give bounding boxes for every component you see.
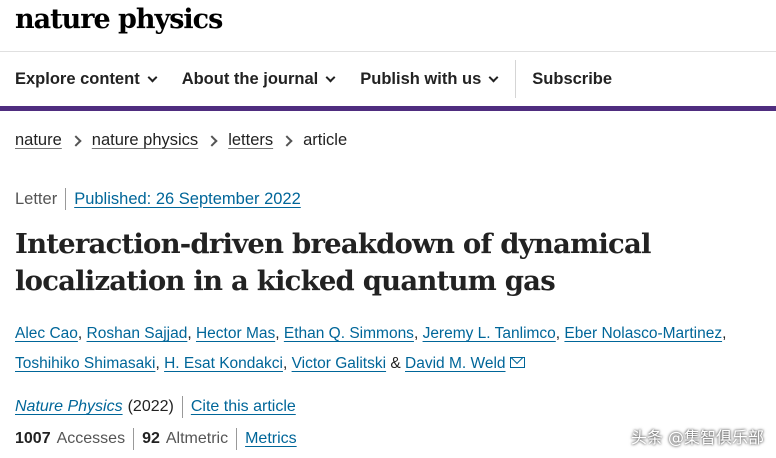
nav-label: About the journal [181,69,319,88]
nav-explore-content[interactable]: Explore content [0,52,182,106]
chevron-right-icon [281,134,293,147]
author-link[interactable]: Ethan Q. Simmons [284,325,414,342]
author-separator: , [155,355,165,372]
author-link[interactable]: H. Esat Kondakci [164,355,283,372]
author-link[interactable]: Victor Galitski [292,355,386,372]
article-meta: Letter Published: 26 September 2022 [15,188,301,210]
breadcrumb-current: article [303,131,348,149]
author-list: Alec Cao, Roshan Sajjad, Hector Mas, Eth… [15,319,775,379]
author-separator: , [77,325,87,342]
breadcrumb-nature[interactable]: nature [15,131,62,150]
divider [181,396,183,418]
author-separator: , [187,325,196,342]
divider [65,188,67,210]
author-link[interactable]: Roshan Sajjad [87,325,188,342]
site-logo[interactable]: nature physics [15,4,223,35]
accesses-count: 1007 [15,430,51,447]
author-separator-last: & [386,355,406,372]
metrics-link[interactable]: Metrics [245,430,297,448]
altmetric-label: Altmetric [165,430,229,447]
main-nav: Explore content About the journal Publis… [0,52,776,106]
altmetric-count: 92 [142,430,160,447]
author-link[interactable]: Jeremy L. Tanlimco [423,325,556,342]
journal-name-link[interactable]: Nature Physics [15,398,123,416]
author-separator: , [282,355,292,372]
watermark: 头条 @集智俱乐部 [630,428,764,447]
cite-article-link[interactable]: Cite this article [191,398,296,416]
article-title: Interaction-driven breakdown of dynamica… [15,228,651,297]
mail-icon[interactable] [509,356,525,368]
author-separator: , [275,325,284,342]
nav-subscribe[interactable]: Subscribe [516,52,612,106]
publication-year: (2022) [127,398,174,415]
chevron-down-icon [325,72,336,82]
chevron-right-icon [70,134,82,147]
chevron-right-icon [206,134,218,147]
published-date-link[interactable]: Published: 26 September 2022 [74,190,301,209]
nav-publish[interactable]: Publish with us [360,52,515,106]
divider [236,428,238,450]
divider [133,428,135,450]
author-separator: , [722,325,727,342]
nav-about-journal[interactable]: About the journal [182,52,361,106]
accesses-label: Accesses [56,430,126,447]
journal-info: Nature Physics (2022) Cite this article [15,396,296,418]
author-link[interactable]: Alec Cao [15,325,78,342]
author-link[interactable]: Eber Nolasco-Martinez [564,325,722,342]
chevron-down-icon [147,72,158,82]
author-link[interactable]: David M. Weld [405,355,506,372]
breadcrumb-nature-physics[interactable]: nature physics [92,131,198,150]
breadcrumb-letters[interactable]: letters [228,131,273,150]
nav-label: Subscribe [532,69,613,88]
brand-bar [0,106,776,111]
nav-label: Publish with us [360,69,482,88]
author-separator: , [413,325,423,342]
breadcrumb: nature nature physics letters article [15,131,347,150]
author-link[interactable]: Hector Mas [196,325,275,342]
article-type: Letter [15,189,58,208]
article-stats: 1007 Accesses 92 Altmetric Metrics [15,428,297,450]
nav-label: Explore content [15,69,140,88]
chevron-down-icon [488,72,499,82]
author-link[interactable]: Toshihiko Shimasaki [15,355,155,372]
